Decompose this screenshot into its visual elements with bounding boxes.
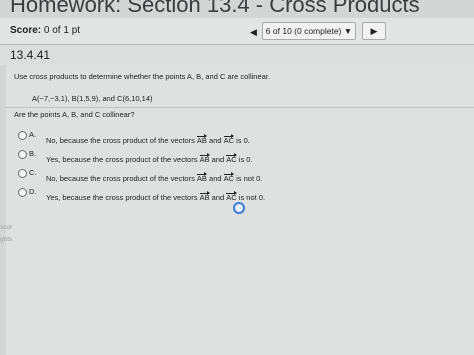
option-letter: B. (29, 149, 37, 158)
question-points: A(−7,−3,1), B(1,5,9), and C(6,10,14) (32, 94, 153, 103)
question-number: 13.4.41 (10, 48, 51, 62)
score: Score: 0 of 1 pt (10, 25, 80, 36)
score-label: Score: (10, 25, 42, 36)
radio-button-d[interactable] (18, 188, 27, 197)
option-text: No, because the cross product of the vec… (46, 134, 250, 145)
page-title: Homework: Section 13.4 - Cross Products (10, 0, 420, 17)
divider (6, 107, 474, 108)
vector-ab: AB (199, 153, 210, 164)
option-letter: C. (29, 168, 37, 177)
vector-ac: AC (226, 191, 238, 202)
radio-button-c[interactable] (18, 169, 27, 178)
question-prompt: Are the points A, B, and C collinear? (14, 110, 135, 119)
vector-ac: AC (223, 134, 235, 145)
vector-ac: AC (223, 172, 235, 183)
option-text: Yes, because the cross product of the ve… (46, 153, 253, 164)
mouse-cursor-icon (233, 202, 245, 214)
chevron-down-icon: ▼ (343, 26, 353, 36)
score-value: 0 of 1 pt (43, 25, 81, 36)
question-number-bar: 13.4.41 (0, 45, 474, 65)
next-question-button[interactable]: ▶ (362, 22, 386, 40)
previous-question-button[interactable]: ◀ (250, 27, 257, 38)
question-selector[interactable]: 6 of 10 (0 complete) ▼ (262, 22, 356, 40)
option-letter: D. (29, 187, 37, 196)
sidebar-fragment: scor ghts (0, 224, 13, 243)
radio-button-a[interactable] (18, 131, 27, 140)
option-letter: A. (29, 130, 37, 139)
option-text: No, because the cross product of the vec… (46, 172, 263, 183)
question-progress: 6 of 10 (0 complete) (265, 26, 342, 36)
vector-ab: AB (199, 191, 210, 202)
radio-button-b[interactable] (18, 150, 27, 159)
option-text: Yes, because the cross product of the ve… (46, 191, 266, 202)
score-bar: Score: 0 of 1 pt ◀ 6 of 10 (0 complete) … (0, 18, 474, 45)
question-instruction: Use cross products to determine whether … (14, 72, 270, 81)
vector-ab: AB (196, 172, 207, 183)
vector-ab: AB (196, 134, 207, 145)
vector-ac: AC (226, 153, 238, 164)
